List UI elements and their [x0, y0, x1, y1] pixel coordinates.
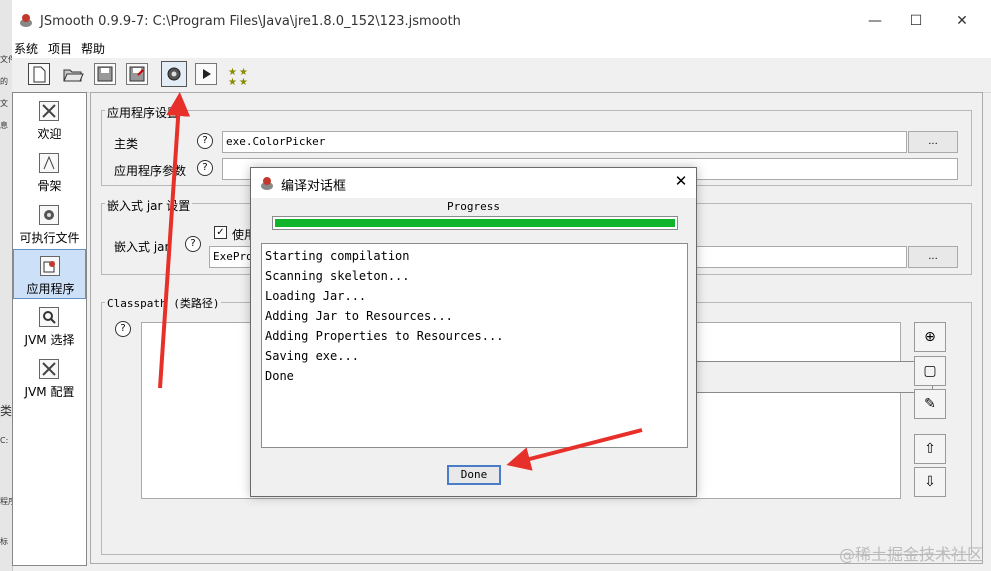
open-button[interactable] [62, 63, 84, 85]
gear-icon [167, 67, 181, 81]
skeleton-icon [39, 153, 59, 173]
sidebar-item-jvm-select[interactable]: JVM 选择 [13, 301, 86, 351]
app-args-label: 应用程序参数 [114, 164, 187, 178]
log-line: Done [265, 369, 294, 383]
embedded-jar-browse-button[interactable]: ... [908, 246, 958, 268]
dialog-title-bar: 编译对话框 ✕ [251, 168, 696, 198]
about-button[interactable]: ★ ★ ★ ★ [228, 66, 252, 88]
popup-remnant [691, 361, 933, 393]
progress-fill [275, 219, 675, 227]
new-file-button[interactable] [28, 63, 50, 85]
log-line: Adding Jar to Resources... [265, 309, 453, 323]
sidebar-item-welcome[interactable]: 欢迎 [13, 95, 86, 145]
bg-fragment: C: [0, 436, 9, 445]
svg-text:★: ★ [228, 77, 237, 86]
watermark: @稀土掘金技术社区 [838, 545, 983, 564]
jsmooth-logo-icon [20, 14, 32, 27]
sidebar-item-label: 可执行文件 [19, 231, 80, 245]
sidebar-item-label: 骨架 [37, 179, 62, 193]
save-button[interactable] [94, 63, 116, 85]
log-line: Saving exe... [265, 349, 359, 363]
save-as-icon [129, 66, 145, 82]
log-line: Adding Properties to Resources... [265, 329, 504, 343]
sidebar-item-label: 应用程序 [26, 282, 75, 296]
main-class-field[interactable]: exe.ColorPicker [222, 131, 907, 153]
add-folder-button[interactable]: ▢ [914, 356, 946, 386]
arrow-up-icon: ⇧ [924, 441, 936, 457]
add-folder-icon: ▢ [923, 363, 937, 379]
sidebar-item-label: JVM 配置 [24, 385, 75, 399]
close-button[interactable]: ✕ [950, 10, 974, 32]
help-icon[interactable]: ? [197, 160, 213, 176]
move-up-button[interactable]: ⇧ [914, 434, 946, 464]
jvm-select-icon [39, 307, 59, 327]
help-icon[interactable]: ? [197, 133, 213, 149]
stars-icon: ★ ★ ★ ★ [228, 67, 248, 88]
svg-text:★: ★ [239, 77, 248, 86]
add-classpath-button[interactable]: ⊕ [914, 322, 946, 352]
arrow-down-icon: ⇩ [924, 474, 936, 490]
app-settings-title: 应用程序设置 [105, 104, 182, 121]
progress-label: Progress [447, 200, 500, 213]
sidebar-item-executable[interactable]: 可执行文件 [13, 199, 86, 249]
maximize-button[interactable]: ☐ [904, 10, 928, 32]
title-bar: JSmooth 0.9.9-7: C:\Program Files\Java\j… [12, 0, 991, 43]
main-class-label: 主类 [114, 137, 139, 151]
welcome-icon [39, 101, 59, 121]
window-title: JSmooth 0.9.9-7: C:\Program Files\Java\j… [40, 14, 461, 29]
jsmooth-logo-icon [261, 177, 273, 190]
edit-icon: ✎ [924, 396, 936, 412]
compile-dialog: 编译对话框 ✕ Progress Starting compilation Sc… [250, 167, 697, 497]
embedded-jar-title: 嵌入式 jar 设置 [105, 197, 193, 214]
log-line: Loading Jar... [265, 289, 367, 303]
save-as-button[interactable] [126, 63, 148, 85]
log-line: Starting compilation [265, 249, 410, 263]
jvm-config-icon [39, 359, 59, 379]
bg-fragment: 的 [0, 77, 8, 86]
menu-project[interactable]: 项目 [48, 40, 72, 57]
progress-bar [272, 216, 678, 230]
play-icon [203, 69, 211, 79]
edit-classpath-button[interactable]: ✎ [914, 389, 946, 419]
bg-fragment: 文 [0, 99, 8, 108]
sidebar-item-skeleton[interactable]: 骨架 [13, 147, 86, 197]
menu-bar: 系统 项目 帮助 [12, 38, 991, 58]
open-folder-icon [63, 69, 84, 82]
run-button[interactable] [195, 63, 217, 85]
bg-fragment: 类 [0, 404, 13, 418]
add-file-icon: ⊕ [924, 329, 936, 345]
classpath-title: Classpath (类路径) [105, 295, 222, 311]
embedded-jar-label: 嵌入式 jar [114, 240, 170, 254]
menu-system[interactable]: 系统 [14, 40, 38, 57]
application-icon [40, 256, 60, 276]
toolbar: ★ ★ ★ ★ [12, 58, 991, 93]
new-file-icon [33, 66, 46, 83]
compile-button[interactable] [161, 61, 187, 87]
sidebar: 欢迎 骨架 可执行文件 应用程序 JVM 选择 JVM 配置 [12, 92, 87, 566]
log-line: Scanning skeleton... [265, 269, 410, 283]
main-class-browse-button[interactable]: ... [908, 131, 958, 153]
menu-help[interactable]: 帮助 [81, 40, 105, 57]
use-embedded-jar-checkbox[interactable]: ✓ [214, 226, 227, 239]
help-icon[interactable]: ? [185, 236, 201, 252]
bg-fragment: 标 [0, 537, 8, 546]
bg-fragment: 息 [0, 121, 8, 130]
help-icon[interactable]: ? [115, 321, 131, 337]
compile-log[interactable]: Starting compilation Scanning skeleton..… [261, 243, 688, 448]
move-down-button[interactable]: ⇩ [914, 467, 946, 497]
dialog-close-button[interactable]: ✕ [671, 172, 691, 190]
save-icon [97, 66, 113, 82]
executable-icon [39, 205, 59, 225]
sidebar-item-jvm-config[interactable]: JVM 配置 [13, 353, 86, 403]
dialog-title: 编译对话框 [281, 179, 347, 194]
done-button[interactable]: Done [447, 465, 501, 485]
sidebar-item-label: 欢迎 [37, 127, 62, 141]
sidebar-item-label: JVM 选择 [24, 333, 75, 347]
minimize-button[interactable]: — [863, 10, 887, 32]
sidebar-item-application[interactable]: 应用程序 [13, 249, 86, 299]
